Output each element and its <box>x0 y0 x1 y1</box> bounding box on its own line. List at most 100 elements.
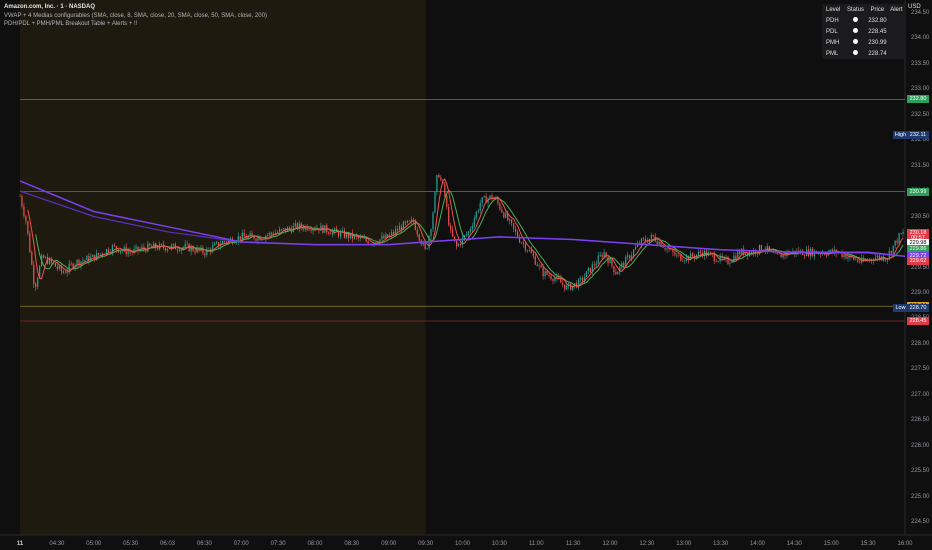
candle <box>98 252 100 255</box>
candle <box>416 229 418 235</box>
candle <box>135 246 137 249</box>
candle <box>381 236 383 240</box>
candle <box>280 229 283 230</box>
candle <box>225 241 228 243</box>
candle <box>680 255 682 261</box>
time-tick-label: 08:30 <box>344 541 360 547</box>
candle <box>898 233 900 243</box>
time-tick-label: 15:00 <box>823 541 839 547</box>
time-tick-label: 05:30 <box>123 541 139 547</box>
candle <box>176 249 178 251</box>
candle <box>448 206 450 226</box>
candle <box>629 255 631 259</box>
level-price: 232.80 <box>868 17 887 24</box>
candle <box>397 229 399 231</box>
candle <box>282 228 285 230</box>
price-tick-label: 227.00 <box>911 391 930 398</box>
time-tick-label: 06:03 <box>159 541 176 547</box>
candle <box>440 177 442 180</box>
candle <box>650 234 652 239</box>
time-tick-label: 11 <box>16 541 24 547</box>
candle <box>398 226 401 231</box>
candle <box>190 246 192 252</box>
time-tick-label: 11:30 <box>565 541 581 547</box>
candle <box>23 206 25 216</box>
candle <box>900 233 902 234</box>
high-low-price-badge: 232.11 <box>907 130 929 139</box>
candle <box>465 234 468 236</box>
candle <box>843 254 845 257</box>
status-dot-icon <box>845 28 866 35</box>
candle <box>446 195 448 207</box>
candle <box>457 243 460 247</box>
candle <box>385 234 387 239</box>
candle <box>564 284 566 290</box>
candle <box>269 232 271 236</box>
candle <box>456 240 458 247</box>
status-dot-icon <box>845 50 866 57</box>
candle <box>890 251 892 254</box>
candle <box>581 277 584 281</box>
candle <box>597 255 599 264</box>
candle <box>615 272 617 275</box>
candle <box>678 255 680 256</box>
candle <box>666 248 668 250</box>
candle <box>339 231 342 237</box>
candle <box>892 245 894 254</box>
candle <box>766 246 768 251</box>
candle <box>802 250 804 256</box>
time-tick-label: 05:00 <box>86 541 102 547</box>
candle <box>320 225 322 231</box>
candle <box>43 255 45 258</box>
candle <box>884 260 886 261</box>
candle <box>239 236 241 240</box>
candle <box>149 243 151 246</box>
candle <box>444 183 446 196</box>
breakout-table: Level Status Price Alert PDH 232.80 PDL … <box>822 4 904 59</box>
price-tick-label: 225.00 <box>911 493 930 500</box>
time-tick-label: 13:00 <box>676 541 692 547</box>
candle <box>288 227 291 229</box>
table-row: PDL 228.45 <box>822 26 904 37</box>
candle <box>623 263 625 267</box>
candle <box>825 254 827 256</box>
candle <box>515 228 517 232</box>
candle <box>548 274 550 276</box>
candle <box>471 225 473 230</box>
candle <box>19 196 21 197</box>
candle <box>157 248 159 250</box>
time-tick-label: 09:00 <box>381 541 397 547</box>
candle <box>585 271 587 277</box>
indicator-breakout-table[interactable]: PDH/PDL + PMH/PML Breakout Table + Alert… <box>4 20 267 29</box>
price-tick-label: 234.00 <box>911 35 930 42</box>
candle <box>430 229 432 236</box>
level-price: 228.45 <box>868 28 887 35</box>
candle <box>432 212 434 230</box>
candle <box>119 250 121 253</box>
candle <box>664 247 666 250</box>
candle <box>847 257 849 259</box>
level-price: 230.99 <box>868 39 887 46</box>
candle <box>855 259 857 261</box>
candle <box>741 248 743 255</box>
indicator-vwap-sma[interactable]: VWAP + 4 Medias configurables (SMA, clos… <box>4 12 267 21</box>
candle <box>343 230 346 238</box>
time-tick-label: 16:00 <box>897 541 913 547</box>
candle <box>699 251 702 254</box>
candle <box>684 260 686 262</box>
candle <box>184 243 186 248</box>
candle <box>475 211 477 219</box>
candle <box>206 248 208 256</box>
candle <box>434 192 436 213</box>
candle <box>418 234 420 241</box>
price-chart[interactable] <box>0 0 932 550</box>
candle <box>251 233 253 236</box>
candle <box>745 253 747 256</box>
candle <box>223 241 226 242</box>
candle <box>129 251 131 253</box>
candle <box>438 174 440 178</box>
high-low-tag: High <box>893 130 908 139</box>
candle <box>127 251 129 255</box>
candle <box>216 242 218 244</box>
level-price: 228.74 <box>868 50 887 57</box>
